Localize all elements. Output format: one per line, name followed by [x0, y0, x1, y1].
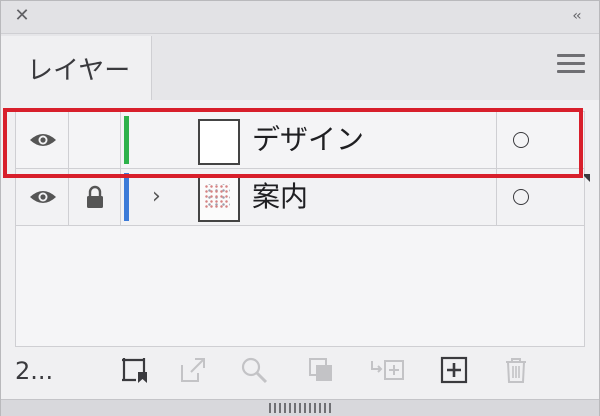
- layer-thumbnail: [198, 176, 240, 222]
- hamburger-menu-icon[interactable]: [557, 54, 585, 78]
- resize-grip-handle[interactable]: [269, 403, 331, 413]
- tab-layers-label: レイヤー: [27, 56, 131, 86]
- column-divider: [68, 112, 69, 168]
- tab-row: レイヤー: [1, 34, 599, 100]
- panel-footer: 2...: [1, 347, 599, 397]
- column-divider: [120, 112, 121, 168]
- collapse-panel-icon[interactable]: ‹‹: [565, 5, 587, 27]
- close-icon[interactable]: ✕: [11, 5, 33, 27]
- target-circle-icon[interactable]: [513, 132, 529, 148]
- layers-panel: ✕ ‹‹ レイヤー デザイン › 案内 2...: [0, 0, 600, 416]
- layer-color-bar: [124, 173, 129, 221]
- column-divider: [496, 169, 497, 225]
- export-icon[interactable]: [178, 355, 208, 385]
- column-divider: [496, 112, 497, 168]
- column-divider: [68, 169, 69, 225]
- move-to-layer-icon[interactable]: [369, 355, 409, 385]
- layer-row[interactable]: デザイン: [16, 112, 590, 182]
- eye-icon[interactable]: [28, 130, 58, 150]
- trash-icon[interactable]: [501, 355, 531, 385]
- layer-color-bar: [124, 116, 129, 164]
- target-circle-icon[interactable]: [513, 189, 529, 205]
- chevron-right-icon[interactable]: ›: [152, 183, 172, 211]
- tab-layers[interactable]: レイヤー: [1, 36, 152, 100]
- column-divider: [120, 169, 121, 225]
- resize-bar: [1, 399, 599, 416]
- layer-row[interactable]: › 案内: [16, 169, 584, 226]
- layer-name[interactable]: デザイン: [252, 122, 364, 158]
- layers-list: デザイン › 案内: [15, 111, 590, 347]
- artboard-clip-icon[interactable]: [119, 355, 149, 385]
- layer-count: 2...: [15, 357, 54, 385]
- lock-icon[interactable]: [84, 184, 106, 210]
- new-layer-icon[interactable]: [439, 355, 469, 385]
- search-icon[interactable]: [239, 355, 269, 385]
- layer-name[interactable]: 案内: [252, 179, 308, 215]
- eye-icon[interactable]: [28, 187, 58, 207]
- make-clipping-mask-icon[interactable]: [306, 355, 336, 385]
- panel-titlebar: ✕ ‹‹: [1, 1, 599, 34]
- layer-thumbnail: [198, 119, 240, 165]
